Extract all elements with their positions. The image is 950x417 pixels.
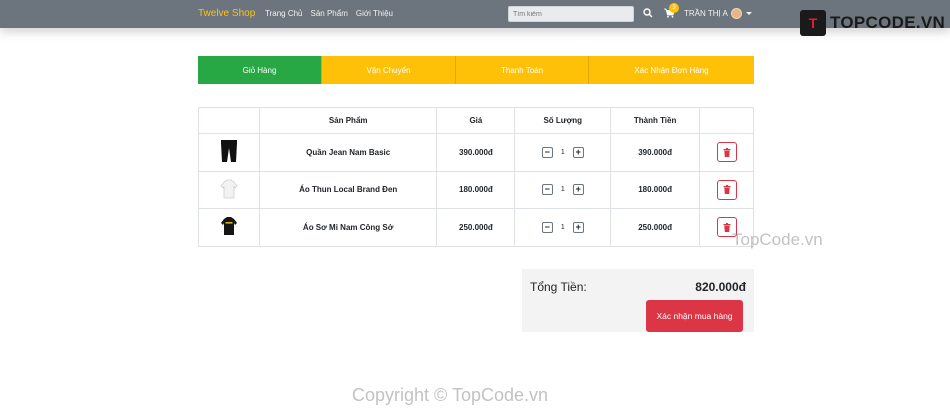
nav-link-home[interactable]: Trang Chủ xyxy=(265,9,303,18)
quantity-value[interactable]: 1 xyxy=(556,149,570,156)
increase-quantity-button[interactable]: + xyxy=(572,146,584,158)
product-image-cell xyxy=(198,170,260,209)
nav-link-about[interactable]: Giới Thiệu xyxy=(356,9,393,18)
search-input[interactable] xyxy=(508,6,634,22)
search-icon[interactable] xyxy=(643,8,653,18)
total-value: 820.000đ xyxy=(695,280,746,294)
checkout-steps: Giỏ Hàng Vận Chuyển Thanh Toán Xác Nhận … xyxy=(198,56,754,84)
column-header-image xyxy=(198,107,260,134)
column-header-quantity: Số Lượng xyxy=(514,107,612,134)
user-name[interactable]: TRẦN THỊ A xyxy=(684,9,728,18)
cart-count-badge: 3 xyxy=(669,3,679,13)
line-total: 250.000đ xyxy=(610,208,701,247)
quantity-cell: − 1 + xyxy=(514,170,612,209)
product-image-cell xyxy=(198,133,260,172)
trash-icon xyxy=(723,185,731,195)
decrease-quantity-button[interactable]: − xyxy=(541,146,553,158)
delete-item-button[interactable] xyxy=(716,179,737,200)
logo-badge: T xyxy=(800,10,826,36)
column-header-product: Sản Phẩm xyxy=(258,107,438,134)
quantity-stepper: − 1 + xyxy=(541,184,584,196)
watermark-side: TopCode.vn xyxy=(732,230,823,249)
order-summary: Tổng Tiền: 820.000đ Xác nhận mua hàng xyxy=(522,269,754,332)
actions-cell xyxy=(699,170,754,209)
brand-link[interactable]: Twelve Shop xyxy=(198,8,255,19)
delete-item-button[interactable] xyxy=(716,142,737,163)
avatar[interactable] xyxy=(731,8,742,19)
quantity-value[interactable]: 1 xyxy=(556,224,570,231)
product-price: 250.000đ xyxy=(436,208,516,247)
product-image-cell xyxy=(198,208,260,247)
nav-links: Trang Chủ Sản Phẩm Giới Thiệu xyxy=(265,9,393,18)
table-header-row: Sản Phẩm Giá Số Lượng Thành Tiền xyxy=(198,107,754,134)
product-name[interactable]: Áo Thun Local Brand Đen xyxy=(258,170,438,209)
product-name[interactable]: Áo Sơ Mi Nam Công Sở xyxy=(258,208,438,247)
actions-cell xyxy=(699,133,754,172)
logo-text: TOPCODE.VN xyxy=(830,13,946,32)
white-tee-thumbnail[interactable] xyxy=(218,177,240,201)
product-price: 390.000đ xyxy=(436,133,516,172)
confirm-purchase-button[interactable]: Xác nhận mua hàng xyxy=(646,300,743,332)
table-row: Áo Sơ Mi Nam Công Sở 250.000đ − 1 + 250.… xyxy=(198,208,754,247)
decrease-quantity-button[interactable]: − xyxy=(541,221,553,233)
nav-link-products[interactable]: Sản Phẩm xyxy=(311,9,348,18)
decrease-quantity-button[interactable]: − xyxy=(541,184,553,196)
chevron-down-icon[interactable] xyxy=(746,12,752,15)
column-header-actions xyxy=(699,107,754,134)
table-row: Áo Thun Local Brand Đen 180.000đ − 1 + 1… xyxy=(198,170,754,209)
trash-icon xyxy=(723,222,731,232)
product-price: 180.000đ xyxy=(436,170,516,209)
step-cart[interactable]: Giỏ Hàng xyxy=(198,56,322,84)
quantity-stepper: − 1 + xyxy=(541,146,584,158)
line-total: 390.000đ xyxy=(610,133,701,172)
column-header-total: Thành Tiền xyxy=(610,107,701,134)
line-total: 180.000đ xyxy=(610,170,701,209)
black-tee-thumbnail[interactable] xyxy=(218,214,240,238)
step-shipping[interactable]: Vận Chuyển xyxy=(322,56,456,84)
product-name[interactable]: Quần Jean Nam Basic xyxy=(258,133,438,172)
table-row: Quần Jean Nam Basic 390.000đ − 1 + 390.0… xyxy=(198,133,754,172)
jeans-thumbnail[interactable] xyxy=(218,139,240,163)
increase-quantity-button[interactable]: + xyxy=(572,184,584,196)
step-confirm-order[interactable]: Xác Nhận Đơn Hàng xyxy=(589,56,754,84)
site-logo: T TOPCODE.VN xyxy=(800,10,945,36)
watermark-bottom: Copyright © TopCode.vn xyxy=(352,385,549,405)
step-payment[interactable]: Thanh Toán xyxy=(456,56,589,84)
quantity-cell: − 1 + xyxy=(514,208,612,247)
quantity-stepper: − 1 + xyxy=(541,221,584,233)
increase-quantity-button[interactable]: + xyxy=(572,221,584,233)
column-header-price: Giá xyxy=(436,107,516,134)
cart-table: Sản Phẩm Giá Số Lượng Thành Tiền Quần Je… xyxy=(198,107,754,247)
quantity-value[interactable]: 1 xyxy=(556,186,570,193)
total-label: Tổng Tiền: xyxy=(530,280,587,294)
trash-icon xyxy=(723,147,731,157)
quantity-cell: − 1 + xyxy=(514,133,612,172)
